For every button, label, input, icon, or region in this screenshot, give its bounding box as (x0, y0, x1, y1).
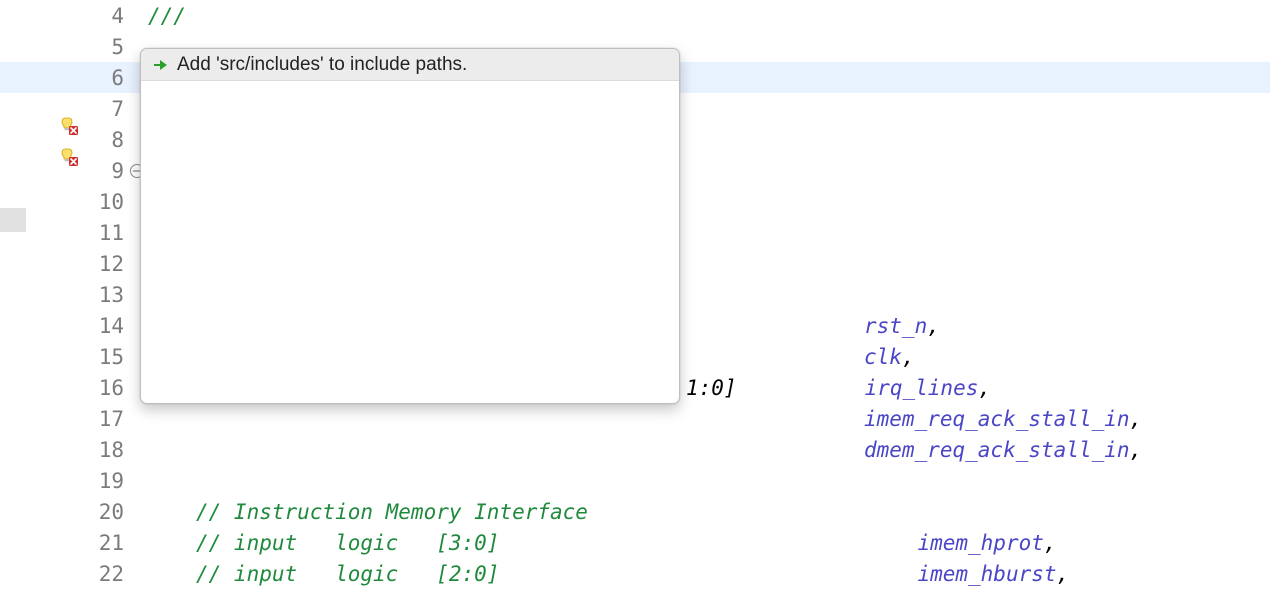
code-identifier: imem_hprot (917, 531, 1043, 555)
code-identifier: dmem_req_ack_stall_in (864, 438, 1130, 462)
line-number: 6 (82, 66, 130, 90)
line-number: 19 (82, 469, 130, 493)
line-number: 22 (82, 562, 130, 586)
code-line[interactable]: 22 // input logic [2:0]imem_hburst, (0, 558, 1270, 589)
code-text: 1:0] (686, 376, 737, 400)
code-comment: // input logic [2:0] (196, 562, 499, 586)
code-line[interactable]: 19 (0, 465, 1270, 496)
code-line[interactable]: 20 // Instruction Memory Interface (0, 496, 1270, 527)
line-number: 14 (82, 314, 130, 338)
line-number: 18 (82, 438, 130, 462)
quickfix-popup[interactable]: Add 'src/includes' to include paths. (140, 48, 680, 404)
code-identifier: rst_n (864, 314, 927, 338)
code-text: /// (148, 4, 186, 28)
line-number: 16 (82, 376, 130, 400)
line-number: 17 (82, 407, 130, 431)
quickfix-suggestion-label: Add 'src/includes' to include paths. (177, 54, 467, 76)
gutter-markers[interactable] (0, 62, 82, 93)
code-line[interactable]: 18 dmem_req_ack_stall_in, (0, 434, 1270, 465)
quickfix-error-icon[interactable] (58, 69, 78, 87)
code-identifier: clk (864, 345, 902, 369)
code-line[interactable]: 21 // input logic [3:0]imem_hprot, (0, 527, 1270, 558)
code-line[interactable]: 4 /// (0, 0, 1270, 31)
line-number: 15 (82, 345, 130, 369)
gutter-markers (0, 0, 82, 31)
line-number: 21 (82, 531, 130, 555)
fold-gutter (130, 0, 144, 31)
line-number: 12 (82, 252, 130, 276)
quickfix-error-icon[interactable] (58, 100, 78, 118)
code-line[interactable]: 17 imem_req_ack_stall_in, (0, 403, 1270, 434)
line-number: 4 (82, 4, 130, 28)
code-identifier: imem_hburst (917, 562, 1056, 586)
code-identifier: imem_req_ack_stall_in (864, 407, 1130, 431)
quickfix-suggestion[interactable]: Add 'src/includes' to include paths. (141, 49, 679, 81)
line-number: 13 (82, 283, 130, 307)
line-number: 20 (82, 500, 130, 524)
code-comment: // Instruction Memory Interface (196, 500, 588, 524)
line-number: 5 (82, 35, 130, 59)
code-identifier: irq_lines (865, 376, 979, 400)
code-comment: // input logic [3:0] (196, 531, 499, 555)
quickfix-apply-icon (151, 56, 169, 74)
line-number: 11 (82, 221, 130, 245)
